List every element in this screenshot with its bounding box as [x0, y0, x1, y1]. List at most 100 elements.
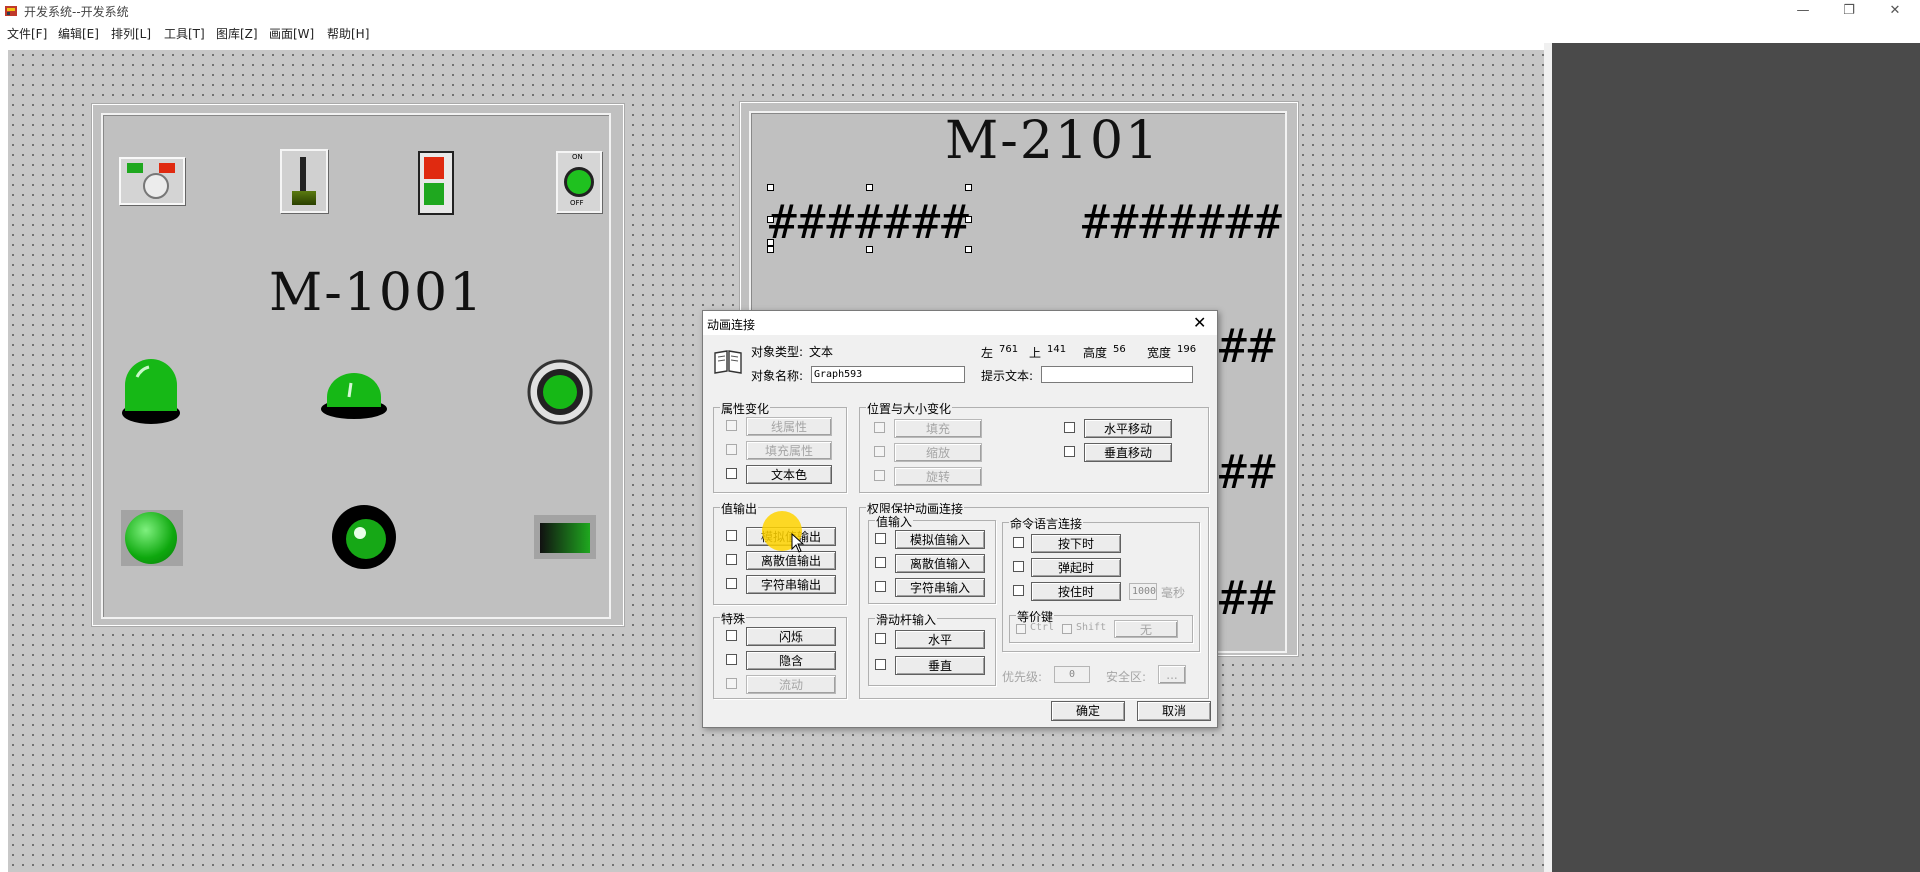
- selection-handle[interactable]: [866, 184, 873, 191]
- selection-handle[interactable]: [965, 184, 972, 191]
- low-dome-lamp-icon[interactable]: [319, 371, 389, 421]
- line-attr-checkbox[interactable]: [726, 420, 737, 431]
- slider-v-checkbox[interactable]: [875, 659, 886, 670]
- v-move-button[interactable]: 垂直移动: [1084, 443, 1172, 462]
- scale-checkbox[interactable]: [874, 446, 885, 457]
- hash-text-selected[interactable]: #######: [769, 195, 970, 249]
- discrete-output-button[interactable]: 离散值输出: [746, 551, 836, 570]
- on-press-button[interactable]: 按下时: [1031, 534, 1121, 553]
- minimize-button[interactable]: —: [1780, 0, 1826, 22]
- value-output-group: 值输出 模拟值输出 离散值输出 字符串输出: [713, 500, 847, 605]
- text-color-checkbox[interactable]: [726, 468, 737, 479]
- menu-edit[interactable]: 编辑[E]: [58, 25, 99, 42]
- analog-input-checkbox[interactable]: [875, 533, 886, 544]
- selection-handle[interactable]: [965, 246, 972, 253]
- hint-text-input[interactable]: [1041, 366, 1193, 383]
- hide-checkbox[interactable]: [726, 654, 737, 665]
- discrete-input-button[interactable]: 离散值输入: [895, 554, 985, 573]
- menu-arrange[interactable]: 排列[L]: [111, 25, 151, 42]
- string-input-button[interactable]: 字符串输入: [895, 578, 985, 597]
- analog-output-checkbox[interactable]: [726, 530, 737, 541]
- on-hold-button[interactable]: 按住时: [1031, 582, 1121, 601]
- square-lamp-icon[interactable]: [121, 510, 183, 566]
- ctrl-checkbox[interactable]: [1016, 624, 1026, 634]
- object-type-label: 对象类型:: [751, 345, 804, 359]
- h-move-button[interactable]: 水平移动: [1084, 419, 1172, 438]
- dome-lamp-icon[interactable]: [119, 357, 183, 427]
- left-label: 左: [981, 346, 994, 360]
- v-move-checkbox[interactable]: [1064, 446, 1075, 457]
- on-hold-checkbox[interactable]: [1013, 585, 1024, 596]
- on-release-button[interactable]: 弹起时: [1031, 558, 1121, 577]
- safe-zone-button[interactable]: ...: [1158, 665, 1186, 684]
- scale-button[interactable]: 缩放: [894, 443, 982, 462]
- blink-checkbox[interactable]: [726, 630, 737, 641]
- splitter[interactable]: [1544, 43, 1552, 872]
- maximize-button[interactable]: ❐: [1826, 0, 1872, 22]
- fill-checkbox[interactable]: [874, 422, 885, 433]
- ok-button[interactable]: 确定: [1051, 701, 1125, 721]
- round-pilot-lamp-icon[interactable]: [527, 359, 593, 425]
- selection-handle[interactable]: [965, 216, 972, 223]
- command-group: 命令语言连接 按下时 弹起时 按住时 1000 毫秒 等价键 Ctrl Shif…: [1002, 515, 1200, 652]
- hotkey-key-button[interactable]: 无: [1114, 620, 1178, 638]
- fill-attr-button[interactable]: 填充属性: [746, 441, 832, 460]
- flow-checkbox[interactable]: [726, 678, 737, 689]
- close-button[interactable]: ✕: [1872, 0, 1918, 22]
- dialog-close-button[interactable]: ✕: [1193, 313, 1206, 332]
- on-release-checkbox[interactable]: [1013, 561, 1024, 572]
- object-name-label: 对象名称:: [751, 369, 804, 383]
- line-attr-button[interactable]: 线属性: [746, 417, 832, 436]
- fill-button[interactable]: 填充: [894, 419, 982, 438]
- string-input-checkbox[interactable]: [875, 581, 886, 592]
- discrete-input-checkbox[interactable]: [875, 557, 886, 568]
- on-off-indicator-icon[interactable]: ON OFF: [556, 151, 602, 213]
- slider-h-checkbox[interactable]: [875, 633, 886, 644]
- menu-file[interactable]: 文件[F]: [7, 25, 47, 42]
- hide-button[interactable]: 隐含: [746, 651, 836, 670]
- string-output-button[interactable]: 字符串输出: [746, 575, 836, 594]
- selection-handle[interactable]: [767, 216, 774, 223]
- interval-unit: 毫秒: [1161, 586, 1186, 600]
- flow-button[interactable]: 流动: [746, 675, 836, 694]
- menu-help[interactable]: 帮助[H]: [327, 25, 369, 42]
- text-color-button[interactable]: 文本色: [746, 465, 832, 484]
- dialog-title-bar[interactable]: 动画连接 ✕: [703, 311, 1217, 335]
- blink-button[interactable]: 闪烁: [746, 627, 836, 646]
- rotate-checkbox[interactable]: [874, 470, 885, 481]
- analog-input-button[interactable]: 模拟值输入: [895, 530, 985, 549]
- object-name-input[interactable]: Graph593: [811, 366, 965, 383]
- discrete-output-checkbox[interactable]: [726, 554, 737, 565]
- menu-screen[interactable]: 画面[W]: [269, 25, 314, 42]
- panel-m1001[interactable]: ON OFF M-1001: [92, 104, 624, 626]
- shift-checkbox[interactable]: [1062, 624, 1072, 634]
- special-group: 特殊 闪烁 隐含 流动: [713, 610, 847, 699]
- special-title: 特殊: [720, 610, 747, 627]
- string-output-checkbox[interactable]: [726, 578, 737, 589]
- on-press-checkbox[interactable]: [1013, 537, 1024, 548]
- height-label: 高度: [1083, 346, 1108, 360]
- rocker-switch-icon[interactable]: [418, 151, 454, 215]
- h-move-checkbox[interactable]: [1064, 422, 1075, 433]
- slider-h-button[interactable]: 水平: [895, 630, 985, 649]
- hash-text-right[interactable]: #######: [1082, 195, 1283, 249]
- menu-gallery[interactable]: 图库[Z]: [216, 25, 258, 42]
- priority-input[interactable]: 0: [1054, 666, 1090, 683]
- hash-text-row3[interactable]: ##: [1219, 445, 1276, 499]
- rotate-button[interactable]: 旋转: [894, 467, 982, 486]
- cancel-button[interactable]: 取消: [1137, 701, 1211, 721]
- fill-attr-checkbox[interactable]: [726, 444, 737, 455]
- selection-handle[interactable]: [767, 246, 774, 253]
- rect-indicator-icon[interactable]: [534, 515, 596, 559]
- menu-tools[interactable]: 工具[T]: [164, 25, 205, 42]
- hold-interval-input[interactable]: 1000: [1129, 583, 1157, 600]
- hash-text-row4[interactable]: ##: [1219, 571, 1276, 625]
- pushbutton-icon[interactable]: [119, 157, 185, 205]
- selection-handle[interactable]: [767, 184, 774, 191]
- hash-text-row2[interactable]: ##: [1219, 319, 1276, 373]
- slider-v-button[interactable]: 垂直: [895, 656, 985, 675]
- glow-lamp-icon[interactable]: [330, 501, 398, 571]
- book-icon: [714, 350, 742, 374]
- toggle-switch-icon[interactable]: [280, 149, 328, 213]
- selection-handle[interactable]: [866, 246, 873, 253]
